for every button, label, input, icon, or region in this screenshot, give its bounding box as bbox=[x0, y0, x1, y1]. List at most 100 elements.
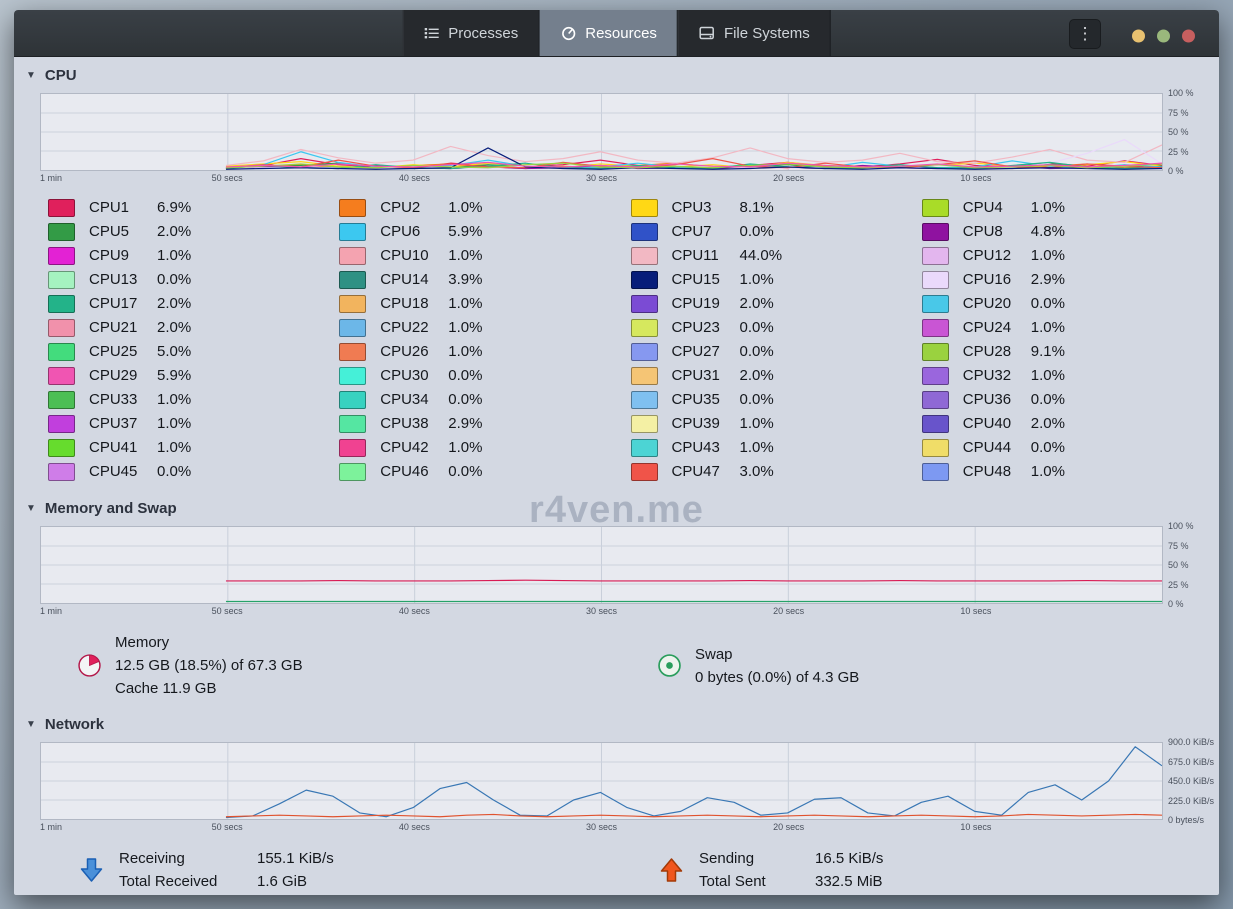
cpu-name: CPU46 bbox=[380, 463, 448, 480]
cpu-legend-item: CPU450.0% bbox=[48, 462, 331, 481]
cpu-usage-value: 3.9% bbox=[448, 271, 482, 288]
cpu-section-header[interactable]: ▼ CPU bbox=[14, 57, 1219, 91]
cpu-name: CPU14 bbox=[380, 271, 448, 288]
menu-button[interactable]: ⋮ bbox=[1069, 19, 1101, 49]
cpu-legend-item: CPU460.0% bbox=[339, 462, 622, 481]
window-maximize-button[interactable] bbox=[1157, 30, 1170, 43]
cpu-color-swatch[interactable] bbox=[631, 415, 658, 433]
cpu-usage-value: 44.0% bbox=[740, 247, 783, 264]
cpu-color-swatch[interactable] bbox=[339, 295, 366, 313]
window-close-button[interactable] bbox=[1182, 30, 1195, 43]
memory-info-row: Memory 12.5 GB (18.5%) of 67.3 GB Cache … bbox=[14, 619, 1219, 706]
cpu-color-swatch[interactable] bbox=[339, 463, 366, 481]
cpu-color-swatch[interactable] bbox=[48, 223, 75, 241]
cpu-color-swatch[interactable] bbox=[922, 439, 949, 457]
cpu-color-swatch[interactable] bbox=[922, 319, 949, 337]
x-axis-label: 1 min bbox=[40, 173, 62, 183]
cpu-color-swatch[interactable] bbox=[631, 463, 658, 481]
network-x-axis: 1 min50 secs40 secs30 secs20 secs10 secs bbox=[40, 822, 1163, 835]
cpu-name: CPU13 bbox=[89, 271, 157, 288]
cpu-name: CPU28 bbox=[963, 343, 1031, 360]
sending-value: 16.5 KiB/s bbox=[815, 847, 883, 870]
cpu-color-swatch[interactable] bbox=[922, 343, 949, 361]
cpu-color-swatch[interactable] bbox=[922, 271, 949, 289]
cpu-color-swatch[interactable] bbox=[48, 463, 75, 481]
cpu-history-chart bbox=[40, 93, 1163, 171]
cpu-color-swatch[interactable] bbox=[339, 367, 366, 385]
cpu-color-swatch[interactable] bbox=[631, 391, 658, 409]
cpu-color-swatch[interactable] bbox=[339, 343, 366, 361]
cpu-color-swatch[interactable] bbox=[48, 199, 75, 217]
cpu-name: CPU36 bbox=[963, 391, 1031, 408]
cpu-color-swatch[interactable] bbox=[48, 319, 75, 337]
x-axis-label: 50 secs bbox=[212, 822, 243, 832]
cpu-color-swatch[interactable] bbox=[48, 391, 75, 409]
tab-resources[interactable]: Resources bbox=[539, 10, 678, 56]
cpu-color-swatch[interactable] bbox=[48, 271, 75, 289]
cpu-color-swatch[interactable] bbox=[922, 367, 949, 385]
cpu-color-swatch[interactable] bbox=[922, 223, 949, 241]
cpu-color-swatch[interactable] bbox=[48, 415, 75, 433]
file-systems-drive-icon bbox=[699, 25, 715, 41]
cpu-legend-item: CPU172.0% bbox=[48, 294, 331, 313]
cpu-color-swatch[interactable] bbox=[631, 295, 658, 313]
cpu-name: CPU32 bbox=[963, 367, 1031, 384]
cpu-color-swatch[interactable] bbox=[339, 271, 366, 289]
window-minimize-button[interactable] bbox=[1132, 30, 1145, 43]
cpu-usage-value: 1.0% bbox=[1031, 367, 1065, 384]
cpu-color-swatch[interactable] bbox=[339, 247, 366, 265]
cpu-color-swatch[interactable] bbox=[631, 319, 658, 337]
sending-up-arrow-icon bbox=[658, 856, 685, 884]
cpu-color-swatch[interactable] bbox=[922, 463, 949, 481]
cpu-color-swatch[interactable] bbox=[48, 247, 75, 265]
cpu-usage-value: 0.0% bbox=[448, 463, 482, 480]
resources-view: r4ven.me ▼ CPU 100 %75 %50 %25 %0 % 1 mi… bbox=[14, 57, 1219, 895]
cpu-color-swatch[interactable] bbox=[339, 439, 366, 457]
cpu-usage-value: 0.0% bbox=[448, 391, 482, 408]
cpu-usage-value: 9.1% bbox=[1031, 343, 1065, 360]
cpu-color-swatch[interactable] bbox=[631, 367, 658, 385]
total-sent-label: Total Sent bbox=[699, 870, 795, 893]
cpu-color-swatch[interactable] bbox=[631, 271, 658, 289]
memory-section-header[interactable]: ▼ Memory and Swap bbox=[14, 490, 1219, 524]
network-section-header[interactable]: ▼ Network bbox=[14, 706, 1219, 740]
cpu-color-swatch[interactable] bbox=[339, 319, 366, 337]
cpu-name: CPU2 bbox=[380, 199, 448, 216]
cpu-color-swatch[interactable] bbox=[339, 199, 366, 217]
cpu-color-swatch[interactable] bbox=[922, 247, 949, 265]
headerbar: Processes Resources File Systems ⋮ bbox=[14, 10, 1219, 57]
cpu-name: CPU12 bbox=[963, 247, 1031, 264]
cpu-name: CPU40 bbox=[963, 415, 1031, 432]
cpu-usage-value: 5.9% bbox=[448, 223, 482, 240]
cpu-color-swatch[interactable] bbox=[48, 295, 75, 313]
cpu-color-swatch[interactable] bbox=[339, 391, 366, 409]
cpu-color-swatch[interactable] bbox=[631, 199, 658, 217]
cpu-color-swatch[interactable] bbox=[631, 439, 658, 457]
cpu-color-swatch[interactable] bbox=[631, 223, 658, 241]
cpu-color-swatch[interactable] bbox=[631, 343, 658, 361]
cpu-color-swatch[interactable] bbox=[922, 295, 949, 313]
cpu-color-swatch[interactable] bbox=[922, 391, 949, 409]
cpu-legend-item: CPU321.0% bbox=[922, 366, 1205, 385]
y-axis-label: 450.0 KiB/s bbox=[1168, 776, 1214, 786]
memory-section-title: Memory and Swap bbox=[45, 500, 177, 517]
cpu-usage-value: 1.0% bbox=[157, 415, 191, 432]
cpu-legend-item: CPU151.0% bbox=[631, 270, 914, 289]
cpu-legend-item: CPU181.0% bbox=[339, 294, 622, 313]
cpu-legend-item: CPU241.0% bbox=[922, 318, 1205, 337]
cpu-color-swatch[interactable] bbox=[48, 343, 75, 361]
cpu-color-swatch[interactable] bbox=[48, 439, 75, 457]
tab-label: File Systems bbox=[724, 25, 810, 42]
cpu-color-swatch[interactable] bbox=[631, 247, 658, 265]
cpu-color-swatch[interactable] bbox=[922, 199, 949, 217]
tab-processes[interactable]: Processes bbox=[402, 10, 539, 56]
cpu-color-swatch[interactable] bbox=[339, 223, 366, 241]
cpu-color-swatch[interactable] bbox=[48, 367, 75, 385]
memory-label: Memory bbox=[115, 631, 303, 654]
cpu-name: CPU41 bbox=[89, 439, 157, 456]
cpu-legend-item: CPU391.0% bbox=[631, 414, 914, 433]
cpu-color-swatch[interactable] bbox=[922, 415, 949, 433]
tab-file-systems[interactable]: File Systems bbox=[678, 10, 831, 56]
cpu-color-swatch[interactable] bbox=[339, 415, 366, 433]
y-axis-label: 0 bytes/s bbox=[1168, 815, 1204, 825]
